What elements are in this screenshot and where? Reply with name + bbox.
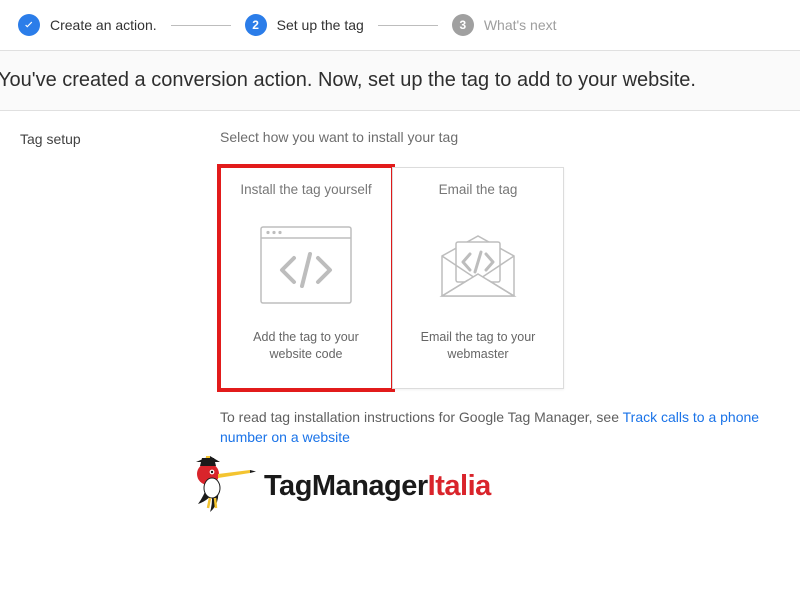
- card-install-yourself[interactable]: Install the tag yourself: [220, 167, 392, 389]
- install-options: Install the tag yourself: [220, 167, 780, 389]
- card-install-desc: Add the tag to your website code: [233, 329, 379, 363]
- step-2[interactable]: 2 Set up the tag: [245, 14, 364, 36]
- step-3-number: 3: [459, 18, 466, 32]
- header-banner: You've created a conversion action. Now,…: [0, 50, 800, 111]
- logo-text-red: Italia: [428, 470, 491, 502]
- checkmark-circle-icon: [18, 14, 40, 36]
- step-connector: [171, 25, 231, 26]
- step-2-circle: 2: [245, 14, 267, 36]
- card-email-desc: Email the tag to your webmaster: [405, 329, 551, 363]
- tagmanageritalia-logo: TagManagerItalia: [190, 456, 800, 518]
- card-email-wrap: Email the tag: [392, 167, 564, 389]
- instructions-text: To read tag installation instructions fo…: [220, 407, 780, 448]
- woodpecker-icon: [190, 456, 260, 518]
- page-title: You've created a conversion action. Now,…: [0, 69, 800, 92]
- step-2-number: 2: [252, 18, 259, 32]
- section-label: Tag setup: [20, 129, 220, 448]
- logo-text: TagManagerItalia: [264, 470, 491, 503]
- stepper: Create an action. 2 Set up the tag 3 Wha…: [0, 0, 800, 50]
- tag-setup-section: Tag setup Select how you want to install…: [0, 111, 800, 448]
- step-connector: [378, 25, 438, 26]
- step-2-label: Set up the tag: [277, 17, 364, 33]
- section-subtitle: Select how you want to install your tag: [220, 129, 780, 145]
- logo-text-black: TagManager: [264, 470, 428, 502]
- step-1[interactable]: Create an action.: [18, 14, 157, 36]
- card-email-tag[interactable]: Email the tag: [392, 167, 564, 389]
- card-install-title: Install the tag yourself: [240, 182, 371, 197]
- card-email-title: Email the tag: [439, 182, 518, 197]
- card-install-yourself-wrap: Install the tag yourself: [220, 167, 392, 389]
- envelope-code-icon: [428, 215, 528, 315]
- step-3-circle: 3: [452, 14, 474, 36]
- code-window-icon: [260, 215, 352, 315]
- step-1-label: Create an action.: [50, 17, 157, 33]
- step-3-label: What's next: [484, 17, 557, 33]
- instructions-prefix: To read tag installation instructions fo…: [220, 409, 623, 425]
- step-3[interactable]: 3 What's next: [452, 14, 557, 36]
